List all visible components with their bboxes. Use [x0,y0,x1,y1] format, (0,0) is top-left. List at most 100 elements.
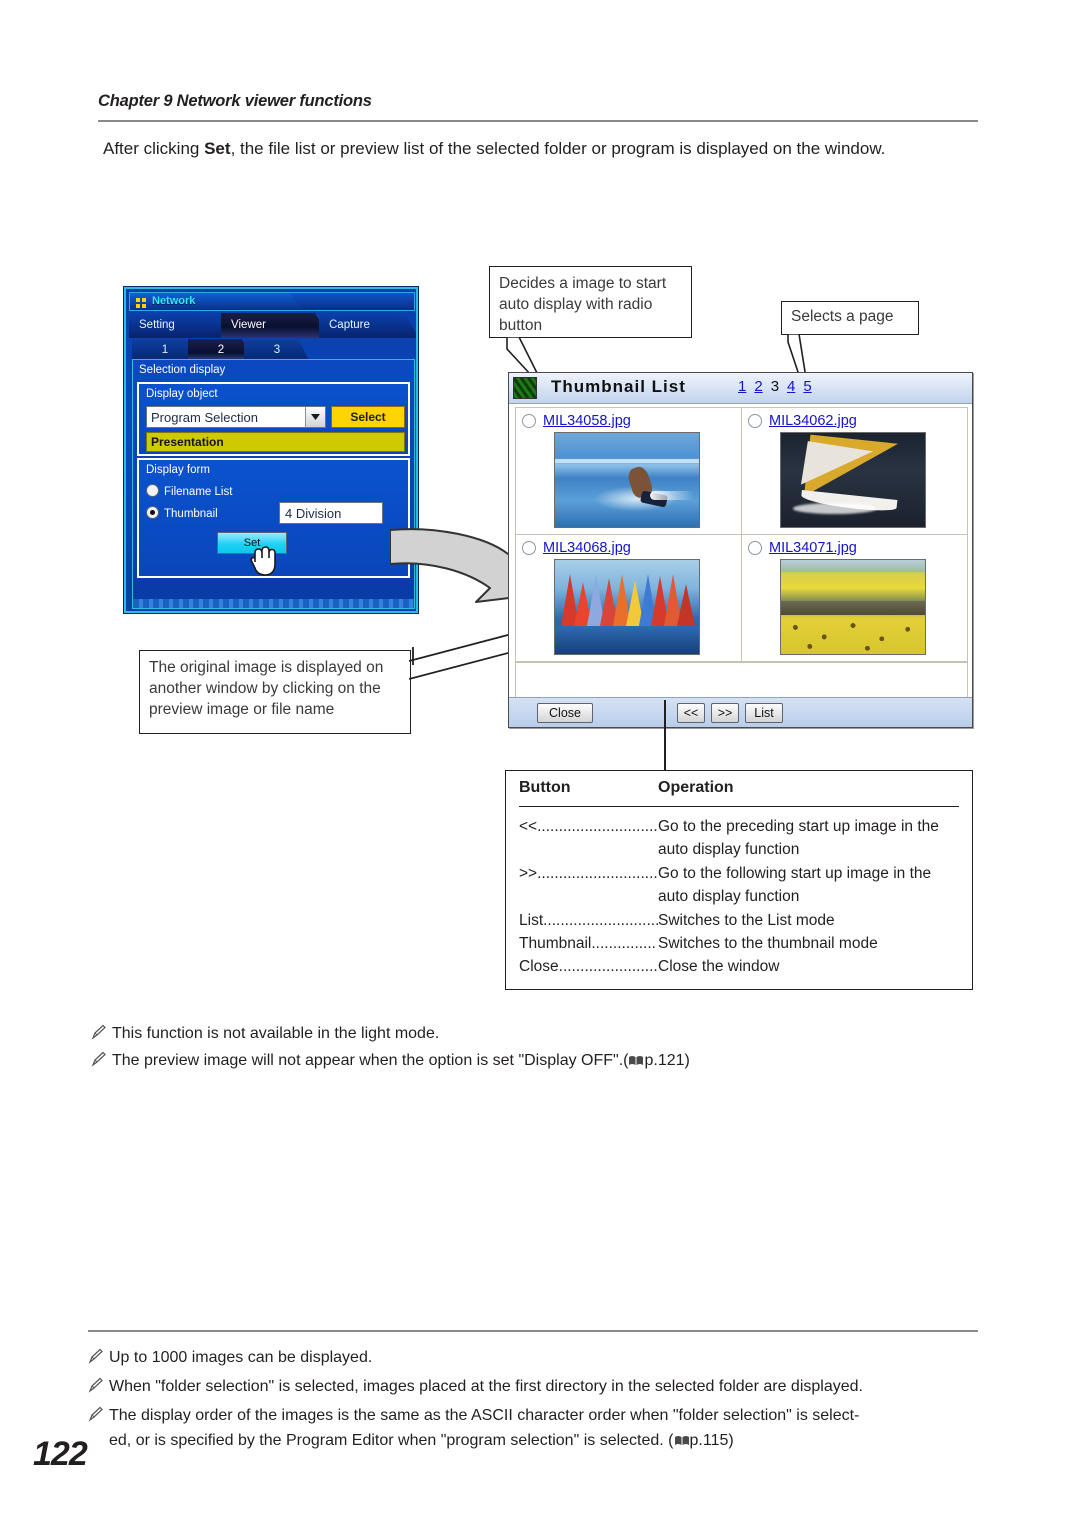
page-link-4[interactable]: 4 [787,378,795,395]
bottom-divider [88,1330,978,1332]
list-mode-button[interactable]: List [745,703,783,723]
note-item: The preview image will not appear when t… [91,1048,951,1073]
thumbnail-cell[interactable]: MIL34068.jpg [516,535,742,662]
thumbnail-cell-header: MIL34068.jpg [522,539,631,557]
page-number: 122 [33,1435,88,1473]
thumbnail-cell[interactable]: MIL34058.jpg [516,408,742,535]
header-divider [98,120,978,122]
select-button[interactable]: Select [331,406,405,428]
note-text: When "folder selection" is selected, ima… [109,1378,863,1395]
note-text: Up to 1000 images can be displayed. [109,1349,373,1366]
leader-dots: .......................... [558,958,658,975]
table-cell-button: List.............................. [519,909,658,932]
note-item: Up to 1000 images can be displayed. [88,1345,988,1370]
thumbnail-preview-image[interactable] [554,432,700,528]
thumbnail-filename-link[interactable]: MIL34062.jpg [769,413,857,429]
radio-icon-thumbnail-item[interactable] [522,414,536,428]
division-combo[interactable]: 4 Division [279,502,383,524]
note-text-b: ed, or is specified by the Program Edito… [109,1432,674,1449]
note-item: When "folder selection" is selected, ima… [88,1374,988,1399]
page-link-1[interactable]: 1 [738,378,746,395]
previous-page-button[interactable]: << [677,703,705,723]
page-links: 12345 [734,378,816,395]
thumbnail-grid: MIL34058.jpg MIL34062.jpg MIL34068.jpg M… [515,407,968,663]
note-text-b: p.121) [644,1052,690,1069]
radio-filename-list[interactable]: Filename List [146,484,232,500]
app-title-label: Network [152,295,196,307]
tab-setting[interactable]: Setting [129,313,233,338]
radio-icon-filename-list[interactable] [146,484,159,497]
network-app-window: Network Setting Viewer Capture 1 2 3 Sel… [124,287,418,613]
app-footer-strip [133,599,414,608]
intro-paragraph: After clicking Set, the file list or pre… [103,134,983,164]
table-row: <<...............................Go to t… [519,815,964,861]
thumbnail-window-toolbar: Close << >> List [509,697,972,727]
note-text-a: The display order of the images is the s… [109,1407,860,1424]
thumbnail-filename-link[interactable]: MIL34071.jpg [769,540,857,556]
app-content-body: Selection display Display object Program… [132,359,415,609]
pencil-icon [91,1023,106,1040]
radio-icon-thumbnail-item[interactable] [748,414,762,428]
tab-capture[interactable]: Capture [319,313,418,338]
leader-dots: ............................... [537,865,658,882]
chapter-title: Chapter 9 Network viewer functions [98,92,372,110]
thumbnail-filename-link[interactable]: MIL34068.jpg [543,540,631,556]
table-cell-button-label: Thumbnail [519,935,592,952]
note-text: The display order of the images is the s… [109,1403,988,1453]
table-row: Thumbnail............... Switches to the … [519,932,964,955]
thumbnail-cell-header: MIL34058.jpg [522,412,631,430]
table-cell-operation: Go to the following start up image in th… [658,865,932,905]
pencil-icon [91,1050,106,1067]
thumbnail-window-titlebar: Thumbnail List 12345 [509,373,972,404]
display-form-label: Display form [146,464,210,476]
table-cell-button-label: List [519,912,544,929]
table-cell-operation: Switches to the thumbnail mode [658,935,878,952]
thumbnail-preview-image[interactable] [780,559,926,655]
display-object-combo[interactable]: Program Selection [146,406,326,428]
app-leaf-icon [513,377,537,399]
pencil-icon [88,1405,103,1422]
page-link-2[interactable]: 2 [754,378,762,395]
table-header-button: Button [519,779,571,796]
close-button[interactable]: Close [537,703,593,723]
app-titlebar: Network [129,292,415,311]
thumbnail-preview-image[interactable] [780,432,926,528]
table-row: >>...............................Go to t… [519,862,964,908]
next-page-button[interactable]: >> [711,703,739,723]
thumbnail-list-window: Thumbnail List 12345 MIL34058.jpg MIL340… [508,372,973,728]
chapter-header: Chapter 9 Network viewer functions [98,92,978,111]
page-link-3-current: 3 [770,378,780,395]
thumbnail-filename-link[interactable]: MIL34058.jpg [543,413,631,429]
table-row: List..............................Switch… [519,909,964,932]
table-cell-button-label: Close [519,958,559,975]
callout-radio-button: Decides a image to start auto display wi… [489,266,692,338]
radio-label-thumbnail: Thumbnail [164,508,218,520]
network-grid-icon [136,298,146,308]
tab-viewer[interactable]: Viewer [221,313,329,338]
table-cell-button: Close.......................... [519,955,658,978]
thumbnail-cell[interactable]: MIL34071.jpg [742,535,968,662]
note-text-c: p.115) [689,1432,734,1449]
program-selection-value[interactable]: Presentation [146,432,405,452]
note-text: This function is not available in the li… [112,1025,440,1042]
radio-icon-thumbnail[interactable] [146,506,159,519]
page-link-5[interactable]: 5 [803,378,811,395]
chevron-down-icon[interactable] [305,407,325,427]
thumbnail-cell[interactable]: MIL34062.jpg [742,408,968,535]
display-object-label: Display object [146,388,218,400]
radio-icon-thumbnail-item[interactable] [522,541,536,555]
note-item: The display order of the images is the s… [88,1403,988,1453]
thumbnail-cell-header: MIL34062.jpg [748,412,857,430]
table-cell-operation: Switches to the List mode [658,912,835,929]
radio-thumbnail[interactable]: Thumbnail [146,506,218,522]
radio-icon-thumbnail-item[interactable] [748,541,762,555]
thumbnail-grid-empty-row [515,663,968,699]
pencil-icon [88,1347,103,1364]
table-cell-operation: Close the window [658,958,780,975]
selection-display-caption: Selection display [139,364,226,376]
table-header-operation: Operation [658,779,734,796]
note-text-a: The preview image will not appear when t… [112,1052,629,1069]
table-cell-button-label: << [519,818,538,835]
book-reference-icon [674,1429,690,1445]
thumbnail-preview-image[interactable] [554,559,700,655]
